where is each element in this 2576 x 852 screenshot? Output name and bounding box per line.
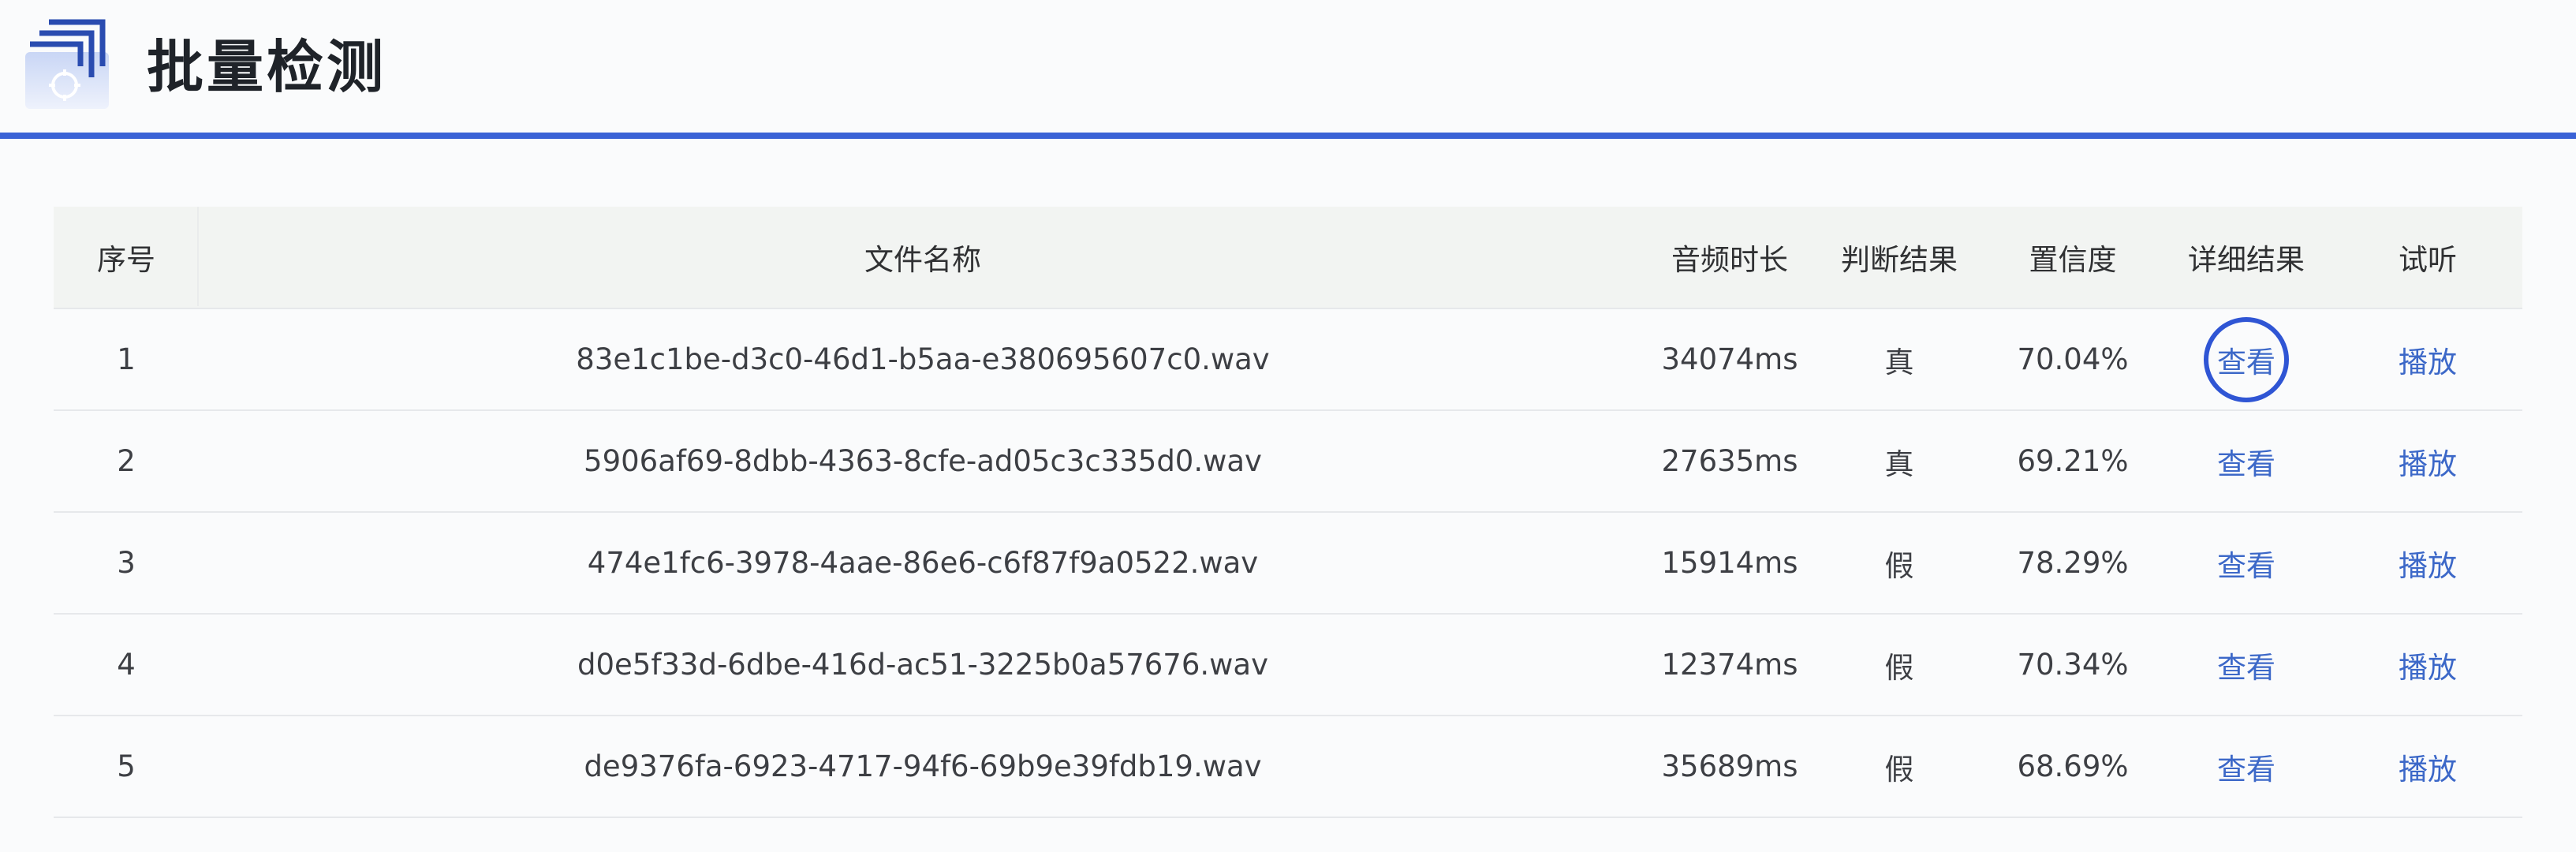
cell-index: 1 xyxy=(54,308,199,411)
page: 批量检测 序号 文件名称 音频时长 判断结果 置信度 详细结果 试听 1 83e… xyxy=(0,0,2576,852)
table-row: 2 5906af69-8dbb-4363-8cfe-ad05c3c335d0.w… xyxy=(54,410,2522,513)
cell-play: 播放 xyxy=(2333,410,2522,513)
table-row: 1 83e1c1be-d3c0-46d1-b5aa-e380695607c0.w… xyxy=(54,308,2522,411)
cell-result: 真 xyxy=(1813,308,1986,411)
view-detail-link[interactable]: 查看 xyxy=(2217,644,2275,686)
cell-filename: 83e1c1be-d3c0-46d1-b5aa-e380695607c0.wav xyxy=(199,308,1647,411)
results-table: 序号 文件名称 音频时长 判断结果 置信度 详细结果 试听 1 83e1c1be… xyxy=(54,207,2522,818)
cell-filename: 474e1fc6-3978-4aae-86e6-c6f87f9a0522.wav xyxy=(199,512,1647,615)
play-audio-link[interactable]: 播放 xyxy=(2399,644,2457,686)
page-header: 批量检测 xyxy=(0,0,2576,139)
view-detail-label: 查看 xyxy=(2217,345,2275,379)
column-header-play: 试听 xyxy=(2333,207,2522,309)
cell-confidence: 78.29% xyxy=(1986,512,2160,615)
column-header-detail: 详细结果 xyxy=(2160,207,2333,309)
column-header-confidence: 置信度 xyxy=(1986,207,2160,309)
column-header-result: 判断结果 xyxy=(1813,207,1986,309)
play-audio-link[interactable]: 播放 xyxy=(2399,338,2457,381)
table-row: 5 de9376fa-6923-4717-94f6-69b9e39fdb19.w… xyxy=(54,716,2522,818)
view-detail-link[interactable]: 查看 xyxy=(2217,542,2275,585)
results-table-container: 序号 文件名称 音频时长 判断结果 置信度 详细结果 试听 1 83e1c1be… xyxy=(54,207,2522,818)
cell-detail: 查看 xyxy=(2160,614,2333,716)
cell-detail: 查看 xyxy=(2160,410,2333,513)
cell-duration: 12374ms xyxy=(1647,614,1813,716)
table-header-row: 序号 文件名称 音频时长 判断结果 置信度 详细结果 试听 xyxy=(54,207,2522,309)
cell-result: 假 xyxy=(1813,512,1986,615)
play-audio-link[interactable]: 播放 xyxy=(2399,542,2457,585)
cell-result: 假 xyxy=(1813,614,1986,716)
cell-index: 3 xyxy=(54,512,199,615)
cell-play: 播放 xyxy=(2333,308,2522,411)
cell-detail: 查看 xyxy=(2160,716,2333,818)
cell-index: 2 xyxy=(54,410,199,513)
cell-filename: de9376fa-6923-4717-94f6-69b9e39fdb19.wav xyxy=(199,716,1647,818)
cell-confidence: 69.21% xyxy=(1986,410,2160,513)
cell-index: 4 xyxy=(54,614,199,716)
cell-filename: d0e5f33d-6dbe-416d-ac51-3225b0a57676.wav xyxy=(199,614,1647,716)
view-detail-link[interactable]: 查看 xyxy=(2217,746,2275,788)
cell-confidence: 70.34% xyxy=(1986,614,2160,716)
view-detail-link[interactable]: 查看 xyxy=(2204,316,2289,402)
cell-duration: 15914ms xyxy=(1647,512,1813,615)
column-header-index: 序号 xyxy=(54,207,199,309)
cell-confidence: 70.04% xyxy=(1986,308,2160,411)
view-detail-link[interactable]: 查看 xyxy=(2217,440,2275,483)
table-row: 4 d0e5f33d-6dbe-416d-ac51-3225b0a57676.w… xyxy=(54,614,2522,716)
play-audio-link[interactable]: 播放 xyxy=(2399,440,2457,483)
cell-play: 播放 xyxy=(2333,512,2522,615)
cell-confidence: 68.69% xyxy=(1986,716,2160,818)
cell-duration: 27635ms xyxy=(1647,410,1813,513)
cell-index: 5 xyxy=(54,716,199,818)
table-row: 3 474e1fc6-3978-4aae-86e6-c6f87f9a0522.w… xyxy=(54,512,2522,615)
batch-detect-logo-icon xyxy=(25,19,109,109)
cell-filename: 5906af69-8dbb-4363-8cfe-ad05c3c335d0.wav xyxy=(199,410,1647,513)
cell-detail: 查看 xyxy=(2160,308,2333,411)
column-header-duration: 音频时长 xyxy=(1647,207,1813,309)
column-header-filename: 文件名称 xyxy=(199,207,1647,309)
cell-duration: 35689ms xyxy=(1647,716,1813,818)
cell-detail: 查看 xyxy=(2160,512,2333,615)
cell-result: 真 xyxy=(1813,410,1986,513)
cell-duration: 34074ms xyxy=(1647,308,1813,411)
cell-play: 播放 xyxy=(2333,614,2522,716)
cell-play: 播放 xyxy=(2333,716,2522,818)
play-audio-link[interactable]: 播放 xyxy=(2399,746,2457,788)
page-title: 批量检测 xyxy=(147,34,387,100)
cell-result: 假 xyxy=(1813,716,1986,818)
